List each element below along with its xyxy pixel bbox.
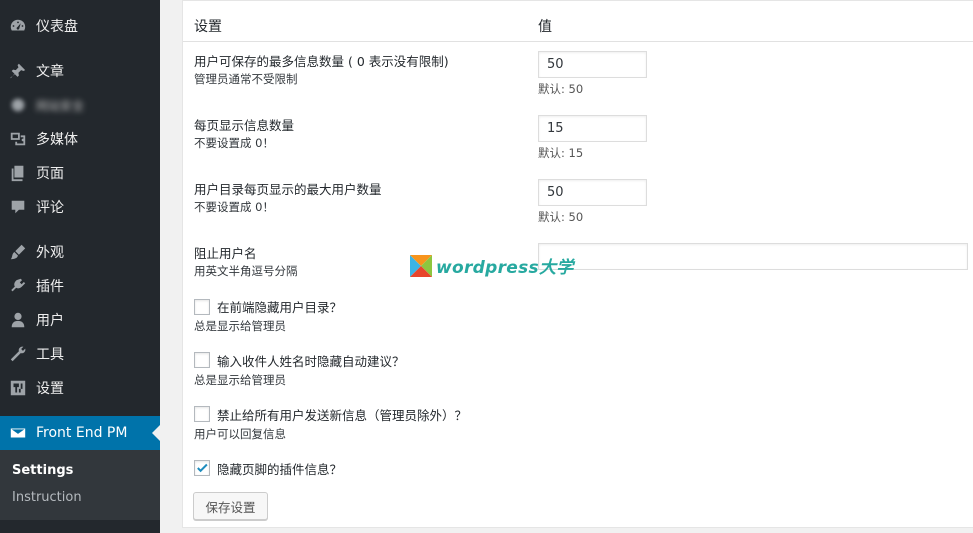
setting-desc-messages-per-page: 不要设置成 0！ xyxy=(194,136,274,150)
sidebar-item-comments[interactable]: 评论 xyxy=(0,190,160,224)
setting-label-blocked-usernames: 阻止用户名 xyxy=(194,246,257,261)
user-icon xyxy=(0,311,36,329)
sidebar-item-label: 评论 xyxy=(36,200,64,216)
sidebar-item-label: 工具 xyxy=(36,347,64,363)
mail-icon xyxy=(0,424,36,442)
sidebar-item-pages[interactable]: 页面 xyxy=(0,156,160,190)
sidebar-item-label: 页面 xyxy=(36,166,64,182)
hide-autosuggest-label: 输入收件人姓名时隐藏自动建议？ xyxy=(217,354,405,369)
setting-label-users-per-page: 用户目录每页显示的最大用户数量 xyxy=(194,182,382,197)
setting-desc-blocked-usernames: 用英文半角逗号分隔 xyxy=(194,264,298,278)
watermark-logo-icon xyxy=(410,254,432,277)
hide-directory-label: 在前端隐藏用户目录？ xyxy=(217,300,343,315)
disable-new-messages-desc: 用户可以回复信息 xyxy=(194,427,286,441)
sidebar-item-users[interactable]: 用户 xyxy=(0,303,160,337)
sidebar-item-label: 用户 xyxy=(36,313,64,329)
blocked-usernames-input[interactable] xyxy=(538,243,968,270)
sidebar-item-label: 文章 xyxy=(36,64,64,80)
sidebar-item-label: 多媒体 xyxy=(36,132,78,148)
users-per-page-input[interactable] xyxy=(538,179,647,206)
sidebar-item-label: 网站安全 xyxy=(36,98,85,113)
appearance-icon xyxy=(0,243,36,261)
sidebar-item-media[interactable]: 多媒体 xyxy=(0,122,160,156)
settings-table: 设置 值 用户可保存的最多信息数量 ( 0 表示没有限制) 管理员通常不受限制 … xyxy=(182,0,973,528)
setting-desc-users-per-page: 不要设置成 0！ xyxy=(194,200,274,214)
sidebar-item-plugins[interactable]: 插件 xyxy=(0,269,160,303)
pin-icon xyxy=(0,62,36,80)
messages-per-page-input[interactable] xyxy=(538,115,647,142)
setting-label-messages-per-page: 每页显示信息数量 xyxy=(194,118,295,133)
column-header-setting: 设置 xyxy=(194,19,222,35)
active-indicator xyxy=(152,425,160,441)
plugin-icon xyxy=(0,277,36,295)
default-note-users-per-page: 默认: 50 xyxy=(538,210,584,224)
sidebar-item-dashboard[interactable]: 仪表盘 xyxy=(0,9,160,43)
hide-footer-info-label: 隐藏页脚的插件信息？ xyxy=(217,462,343,477)
submenu: Settings Instruction xyxy=(0,450,160,520)
settings-icon xyxy=(0,379,36,397)
watermark: wordpress大学 xyxy=(410,253,574,278)
hide-autosuggest-checkbox[interactable] xyxy=(194,352,210,368)
blurred-icon xyxy=(0,96,36,114)
media-icon xyxy=(0,130,36,148)
setting-desc-max-messages: 管理员通常不受限制 xyxy=(194,72,298,86)
wrench-icon xyxy=(0,345,36,363)
dashboard-icon xyxy=(0,17,36,35)
submenu-item-settings[interactable]: Settings xyxy=(12,463,73,478)
setting-label-max-messages: 用户可保存的最多信息数量 ( 0 表示没有限制) xyxy=(194,54,449,69)
hide-autosuggest-desc: 总是显示给管理员 xyxy=(194,373,286,387)
sidebar-item-posts[interactable]: 文章 xyxy=(0,54,160,88)
sidebar-item-appearance[interactable]: 外观 xyxy=(0,235,160,269)
disable-new-messages-label: 禁止给所有用户发送新信息（管理员除外）？ xyxy=(217,408,468,423)
hide-directory-checkbox[interactable] xyxy=(194,299,210,315)
disable-new-messages-checkbox[interactable] xyxy=(194,406,210,422)
submenu-item-instruction[interactable]: Instruction xyxy=(12,490,82,505)
sidebar-item-tools[interactable]: 工具 xyxy=(0,337,160,371)
hide-footer-info-checkbox[interactable] xyxy=(194,460,210,476)
sidebar-item-label: 插件 xyxy=(36,279,64,295)
checkmark-icon xyxy=(197,463,208,473)
page-icon xyxy=(0,164,36,182)
sidebar-item-label: 仪表盘 xyxy=(36,19,78,35)
default-note-max-messages: 默认: 50 xyxy=(538,82,584,96)
max-messages-input[interactable] xyxy=(538,51,647,78)
comment-icon xyxy=(0,198,36,216)
hide-directory-desc: 总是显示给管理员 xyxy=(194,319,286,333)
admin-sidebar: 仪表盘 文章 网站安全 多媒体 页面 评论 外观 插件 用户 工具 设置 Fro… xyxy=(0,0,160,533)
column-header-value: 值 xyxy=(538,19,552,35)
sidebar-item-blurred[interactable]: 网站安全 xyxy=(0,88,160,122)
sidebar-item-label: 设置 xyxy=(36,381,64,397)
watermark-text: wordpress大学 xyxy=(436,258,574,278)
header-divider xyxy=(183,41,973,42)
sidebar-item-front-end-pm[interactable]: Front End PM xyxy=(0,416,160,450)
sidebar-item-settings[interactable]: 设置 xyxy=(0,371,160,405)
sidebar-item-label: Front End PM xyxy=(36,425,128,441)
default-note-messages-per-page: 默认: 15 xyxy=(538,146,584,160)
save-settings-button[interactable]: 保存设置 xyxy=(193,492,268,520)
sidebar-item-label: 外观 xyxy=(36,245,64,261)
